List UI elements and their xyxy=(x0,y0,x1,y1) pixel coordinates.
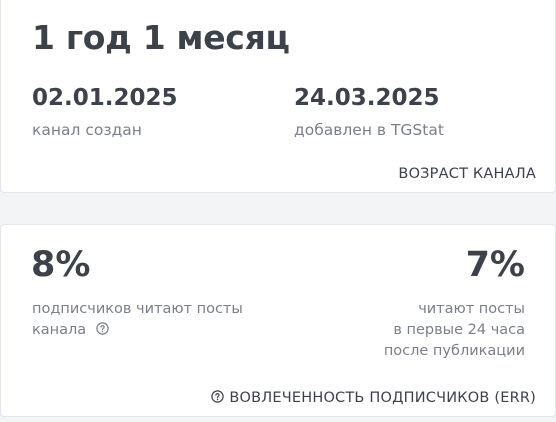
engagement-footer-label: ВОВЛЕЧЕННОСТЬ ПОДПИСЧИКОВ (ERR) xyxy=(229,390,536,406)
added-date-label: добавлен в TGStat xyxy=(294,121,444,139)
subscribers-read-description: подписчиков читают посты канала xyxy=(32,299,243,341)
created-date-label: канал создан xyxy=(32,121,142,139)
first-day-desc-line3: после публикации xyxy=(383,343,525,359)
added-date: 24.03.2025 xyxy=(294,85,440,111)
question-circle-icon[interactable] xyxy=(96,322,109,335)
subscribers-read-percent: 8% xyxy=(31,245,91,285)
engagement-err-card: 8% подписчиков читают посты канала 7% чи… xyxy=(0,224,556,417)
subscribers-read-desc-line1: подписчиков читают посты xyxy=(32,301,243,317)
first-day-desc-line2: в первые 24 часа xyxy=(393,322,525,338)
subscribers-read-desc-line2: канала xyxy=(32,322,87,338)
first-day-read-percent: 7% xyxy=(465,245,525,285)
first-day-desc-line1: читают посты xyxy=(418,301,525,317)
channel-age-value: 1 год 1 месяц xyxy=(32,18,290,57)
first-day-read-description: читают посты в первые 24 часа после публ… xyxy=(384,299,525,362)
engagement-footer: ВОВЛЕЧЕННОСТЬ ПОДПИСЧИКОВ (ERR) xyxy=(211,390,536,406)
question-circle-icon[interactable] xyxy=(211,390,225,403)
channel-age-card: 1 год 1 месяц 02.01.2025 канал создан 24… xyxy=(0,0,556,193)
created-date: 02.01.2025 xyxy=(32,85,178,111)
channel-age-footer-label: ВОЗРАСТ КАНАЛА xyxy=(398,166,536,182)
